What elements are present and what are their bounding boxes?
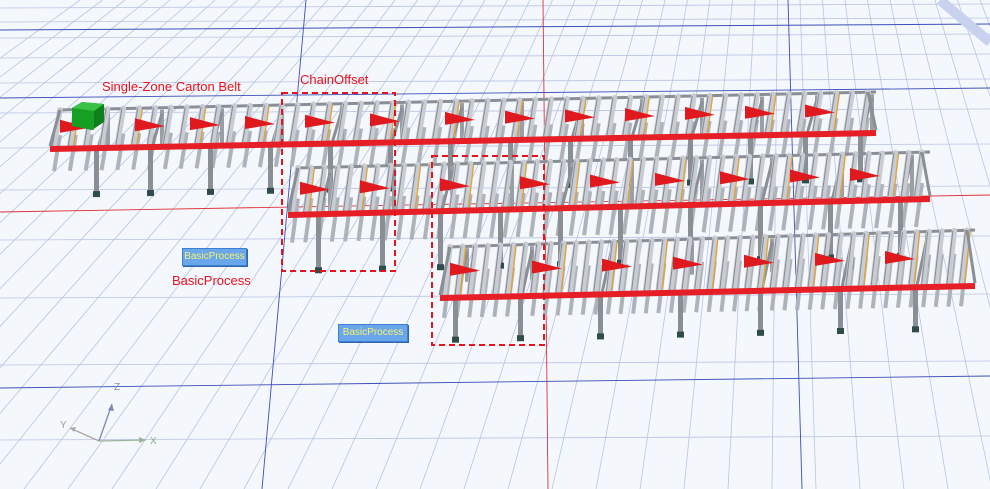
conveyor: [438, 227, 977, 343]
grid-line: [243, 0, 508, 489]
leg: [518, 297, 523, 340]
leg: [268, 145, 273, 192]
grid-line: [0, 0, 148, 120]
grid-line: [0, 0, 193, 168]
grid-line: [0, 0, 306, 327]
grid-line: [111, 0, 441, 489]
grid-line: [0, 33, 990, 39]
grid-line: [957, 0, 990, 97]
end-cap: [920, 151, 932, 197]
leg: [453, 298, 458, 341]
leg: [208, 146, 213, 193]
leg-foot: [517, 335, 524, 342]
grid-line: [0, 0, 126, 98]
grid-line: [979, 0, 990, 28]
axis-y-label: Y: [60, 420, 67, 431]
grid-axis-line: [0, 375, 990, 389]
leg: [380, 213, 385, 270]
grid-line: [934, 0, 990, 187]
leg-foot: [267, 187, 274, 194]
chain-offset-label: ChainOffset: [300, 72, 369, 87]
leg: [913, 288, 918, 331]
leg: [598, 295, 603, 338]
grid-line: [0, 0, 283, 290]
leg-foot: [837, 328, 844, 335]
basic-process-block-2[interactable]: BasicProcess: [338, 324, 408, 342]
axis-z-label: Z: [114, 382, 120, 393]
conveyor: [48, 89, 878, 198]
grid-line: [0, 17, 990, 23]
leg-foot: [93, 191, 100, 198]
grid-axis-line: [0, 23, 990, 31]
leg-foot: [677, 331, 684, 338]
scene-canvas[interactable]: X Z Y: [0, 0, 990, 489]
leg-foot: [597, 333, 604, 340]
leg-foot: [207, 188, 214, 195]
viewport-3d[interactable]: X Z Y Single-Zone Carton Belt ChainOffse…: [0, 0, 990, 489]
leg-foot: [912, 326, 919, 333]
belt-title-label: Single-Zone Carton Belt: [102, 79, 241, 94]
axis-x-label: X: [150, 436, 157, 447]
grid-line: [0, 0, 351, 415]
grid-line: [0, 0, 81, 59]
basic-process-block-1[interactable]: BasicProcess: [182, 248, 247, 266]
green-box-icon[interactable]: [72, 102, 104, 130]
grid-line: [0, 435, 990, 441]
axis-gizmo-icon: X Z Y: [60, 382, 157, 447]
grid-line: [0, 0, 171, 143]
grid-line: [0, 0, 103, 78]
leg-foot: [147, 190, 154, 197]
grid-line: [0, 53, 990, 59]
leg: [94, 149, 99, 196]
leg-foot: [452, 336, 459, 343]
conveyor-layer: [48, 89, 977, 343]
grid-line: [0, 360, 990, 366]
leg-foot: [757, 329, 764, 336]
grid-line: [0, 3, 990, 9]
basic-process-label: BasicProcess: [172, 273, 251, 288]
leg: [148, 148, 153, 195]
leg: [678, 293, 683, 336]
leg: [316, 215, 321, 272]
grid-line: [0, 0, 328, 369]
leg-foot: [437, 264, 444, 271]
leg: [438, 212, 443, 269]
leg: [838, 290, 843, 333]
leg: [758, 291, 763, 334]
